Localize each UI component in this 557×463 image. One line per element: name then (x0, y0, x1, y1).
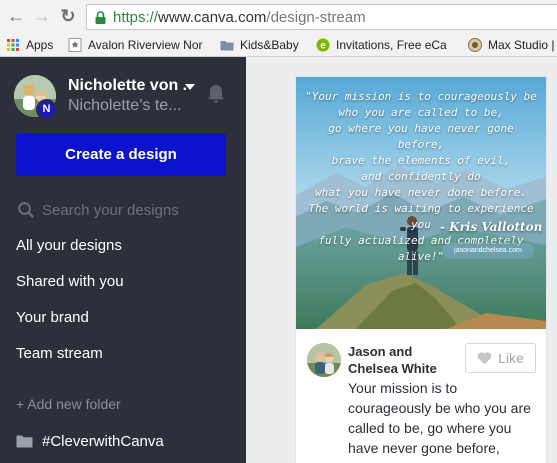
url-host: www.canva.com (158, 9, 267, 26)
folder-label: #CleverwithCanva (42, 432, 164, 450)
bookmark-label: Invitations, Free eCa (336, 38, 447, 52)
svg-text:e: e (320, 41, 326, 52)
url-path: /design-stream (266, 9, 366, 26)
quote-line: brave the elements of evil, (331, 154, 511, 167)
author-avatar[interactable] (307, 343, 341, 377)
folder-item-clever-with-canva[interactable]: #CleverwithCanva (16, 431, 164, 451)
bookmark-label: Max Studio | (488, 38, 555, 52)
apps-grid-icon (7, 39, 19, 51)
nav-shared-with-you[interactable]: Shared with you (16, 273, 226, 290)
max-studio-icon (468, 38, 482, 52)
search-designs (16, 198, 226, 222)
add-new-folder-button[interactable]: + Add new folder (16, 396, 121, 412)
nav-all-designs[interactable]: All your designs (16, 237, 226, 254)
quote-line: go where you have never gone before, (328, 122, 514, 151)
nav-your-brand[interactable]: Your brand (16, 309, 226, 326)
nav-team-stream[interactable]: Team stream (16, 345, 226, 362)
address-bar[interactable]: https://www.canva.com/design-stream (86, 4, 557, 30)
search-icon (18, 202, 34, 218)
user-name[interactable]: Nicholette von ... (68, 77, 186, 95)
back-button[interactable]: ← (6, 6, 26, 26)
search-input[interactable] (42, 198, 222, 222)
bookmark-apps[interactable]: Apps (6, 37, 53, 53)
heart-icon (477, 352, 492, 365)
like-label: Like (498, 350, 524, 366)
bookmark-kids-baby[interactable]: Kids&Baby (220, 37, 299, 53)
website-badge: jasonandchelsea.com (442, 243, 534, 259)
team-name[interactable]: Nicholette’s te... (68, 97, 193, 115)
evite-icon: e (316, 38, 330, 52)
folder-icon (220, 41, 234, 51)
bell-icon[interactable] (206, 83, 226, 105)
bookmark-invitations[interactable]: e Invitations, Free eCa (316, 37, 452, 53)
url-text: https://www.canva.com/design-stream (113, 9, 366, 26)
bookmark-max-studio[interactable]: Max Studio | (468, 37, 554, 53)
quote-text: "Your mission is to courageously be who … (302, 89, 540, 265)
quote-line: what you have never done before. (315, 186, 527, 199)
author-photo (307, 343, 341, 377)
quote-line: who you are called to be, (338, 106, 504, 119)
quote-attribution: - Kris Vallotton (440, 220, 543, 234)
bookmark-label: Apps (26, 38, 54, 52)
team-avatar-badge: N (36, 99, 57, 120)
star-page-icon (68, 38, 82, 52)
design-thumbnail[interactable]: "Your mission is to courageously be who … (296, 77, 546, 329)
url-scheme: https:// (113, 9, 159, 26)
bookmark-label: Kids&Baby (240, 38, 299, 52)
sidebar: N Nicholette von ... Nicholette’s te... … (0, 57, 246, 463)
reload-button[interactable]: ↻ (58, 6, 78, 26)
chevron-down-icon[interactable] (185, 84, 195, 90)
like-button[interactable]: Like (465, 343, 536, 373)
bookmarks-bar: Apps Avalon Riverview Nor Kids&Baby e In… (0, 33, 557, 57)
forward-button[interactable]: → (32, 6, 52, 26)
lock-icon (95, 11, 106, 24)
quote-line: "Your mission is to courageously be (305, 90, 537, 103)
create-design-button[interactable]: Create a design (16, 133, 226, 176)
design-caption: Your mission is to courageously be who y… (348, 380, 531, 456)
design-card: "Your mission is to courageously be who … (296, 77, 546, 463)
browser-toolbar: ← → ↻ https://www.canva.com/design-strea… (0, 0, 557, 33)
bookmark-label: Avalon Riverview Nor (88, 38, 203, 52)
bookmark-avalon[interactable]: Avalon Riverview Nor (68, 37, 208, 53)
author-name[interactable]: Jason and Chelsea White (348, 343, 458, 377)
folder-icon (16, 435, 33, 448)
quote-line: and confidently do (361, 170, 481, 183)
